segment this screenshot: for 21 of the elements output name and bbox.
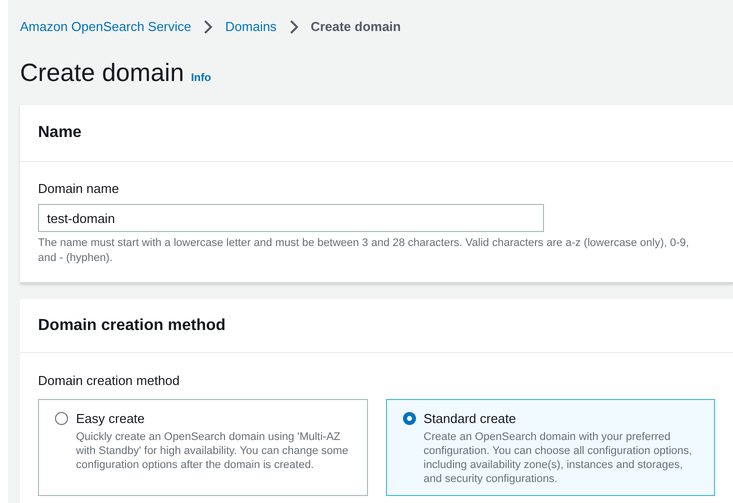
breadcrumb-current: Create domain: [310, 18, 401, 36]
chevron-icon: [288, 20, 299, 34]
option-description: Quickly create an OpenSearch domain using 'Multi-AZ with Standby' for high availability. You can change some configuration options after the domain is created.: [76, 430, 350, 472]
chevron-icon: [203, 20, 214, 34]
info-link[interactable]: Info: [190, 70, 212, 86]
option-title: Easy create: [76, 410, 146, 428]
radio-card[interactable]: Easy create Quickly create an OpenSearch domain using 'Multi-AZ with Standby' for high availability. You can change some configuration options after the domain is created.: [38, 398, 368, 496]
breadcrumb-link[interactable]: Domains: [225, 17, 277, 37]
field-hint: The name must start with a lowercase letter and must be between 3 and 28 characters. Valid characters are a-z (lowercase only), 0-9, and - (hyphen).: [38, 236, 690, 266]
radio-card[interactable]: [386, 398, 715, 496]
field-label: Domain creation method: [38, 372, 181, 390]
breadcrumb-link[interactable]: Amazon OpenSearch Service: [20, 17, 192, 37]
domain-name-field[interactable]: test-domain: [38, 204, 544, 232]
option-title: Standard create: [424, 410, 518, 428]
page-title: Create domain: [20, 58, 184, 89]
field-label: Domain name: [38, 180, 120, 198]
panel-heading: Name: [38, 122, 82, 142]
option-description: Create an OpenSearch domain with your preferred configuration. You can choose all configuration options, including availability zone(s), instances and storages, and security configurations.: [424, 430, 693, 486]
radio-button[interactable]: [402, 412, 416, 424]
panel-heading: Domain creation method: [38, 316, 226, 336]
radio-button[interactable]: [55, 412, 68, 424]
